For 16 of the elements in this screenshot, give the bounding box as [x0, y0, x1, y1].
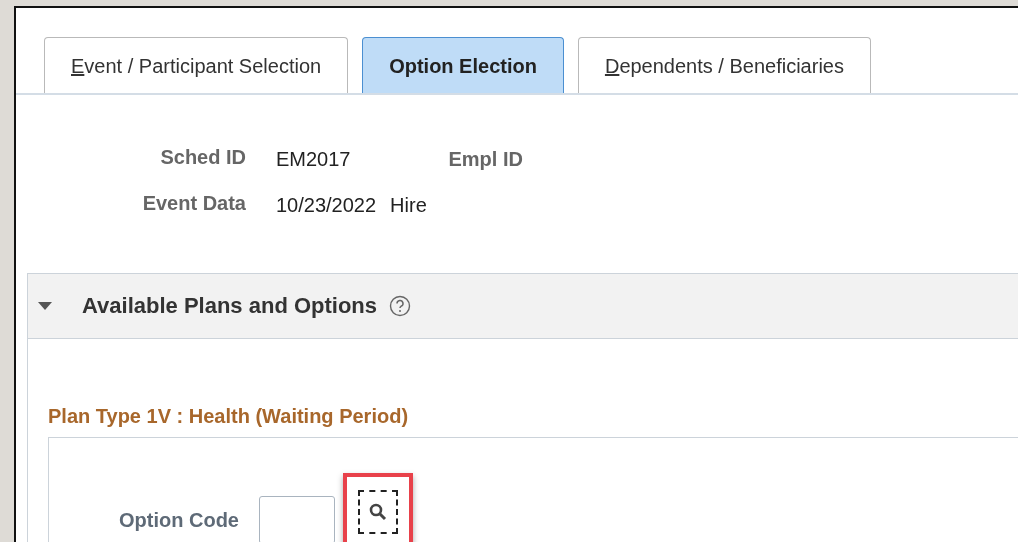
help-icon[interactable] [389, 295, 412, 317]
search-icon [368, 502, 388, 522]
field-value: 10/23/2022 [276, 193, 377, 217]
tab[interactable]: Option Election [362, 37, 564, 93]
tab[interactable]: Dependents / Beneficiaries [577, 37, 871, 93]
field-label: Empl ID [448, 147, 523, 171]
field-label: Event Data [141, 191, 246, 216]
field-label: Sched ID [159, 145, 246, 170]
search-button[interactable] [358, 490, 398, 534]
field-value: EM2017 [276, 147, 351, 171]
option-code-field[interactable] [259, 496, 335, 542]
plan-type-heading: Plan Type 1V : Health (Waiting Period) [48, 405, 409, 428]
field-value: Hire [390, 193, 427, 217]
section-title: Available Plans and Options [82, 293, 378, 319]
tab[interactable]: Event / Participant Selection [44, 37, 349, 93]
field-label: Option Code [119, 508, 239, 532]
